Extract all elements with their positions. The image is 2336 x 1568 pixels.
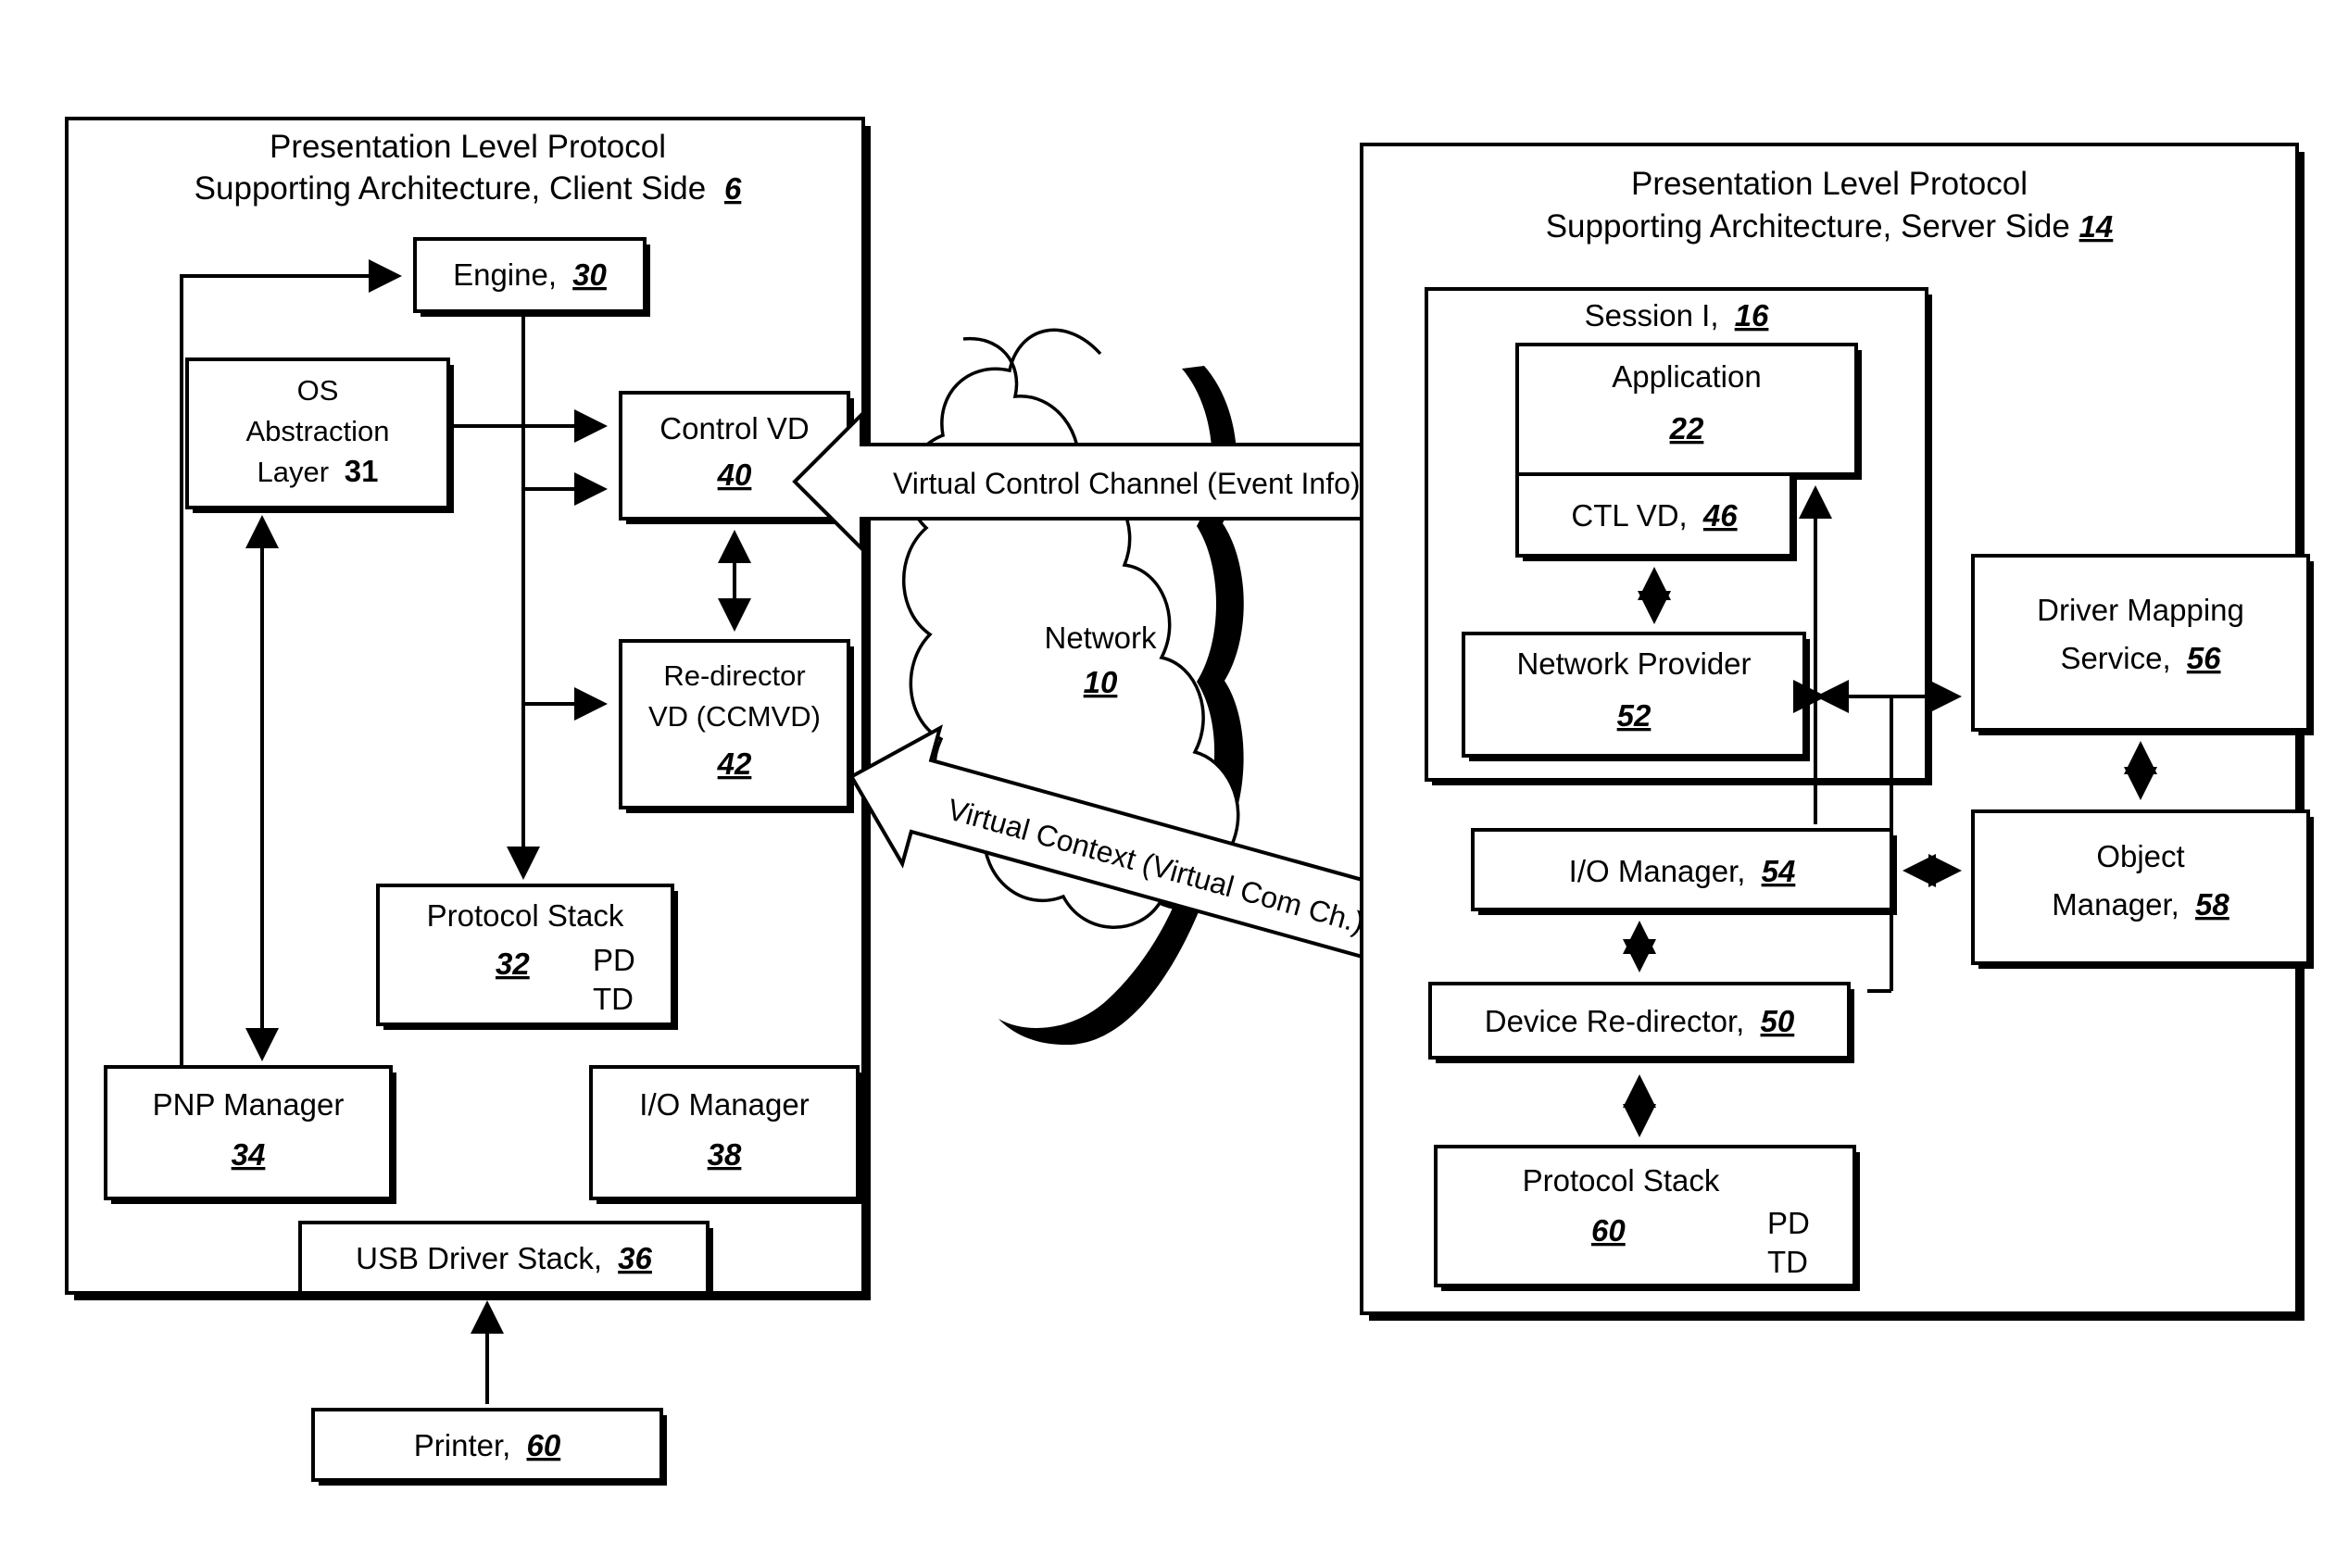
svg-text:Service, 56: Service, 56 xyxy=(2060,641,2221,675)
protostack-td: TD xyxy=(593,982,634,1016)
client-block-printer: Printer, 60 xyxy=(311,1408,667,1486)
client-title-line2: Supporting Architecture, Client Side xyxy=(195,170,707,207)
server-block-application: Application 22 xyxy=(1515,343,1862,480)
protostack-pd: PD xyxy=(593,943,635,977)
iomgr54-ref: 54 xyxy=(1762,854,1796,888)
server-block-network-provider: Network Provider 52 xyxy=(1462,632,1810,761)
redirvd-ref: 42 xyxy=(717,746,752,781)
network-cloud-ref: 10 xyxy=(1084,665,1118,699)
client-block-redirector-vd: Re-director VD (CCMVD) 42 xyxy=(619,639,854,813)
svg-text:Printer, 60: Printer, 60 xyxy=(414,1428,561,1462)
netprov-label: Network Provider xyxy=(1516,646,1751,681)
svg-text:Supporting Architecture, Clien: Supporting Architecture, Client Side 6 xyxy=(195,170,742,207)
objmgr-label-line2: Manager, xyxy=(2052,887,2179,922)
ctlvd-ref: 46 xyxy=(1702,498,1738,533)
netprov-ref: 52 xyxy=(1617,698,1652,733)
server-block-io-manager-54: I/O Manager, 54 xyxy=(1471,828,1897,915)
dms-label-line2: Service, xyxy=(2060,641,2170,675)
client-title-ref: 6 xyxy=(724,171,742,206)
objmgr-label-line1: Object xyxy=(2096,839,2184,873)
svg-text:Supporting Architecture, Serve: Supporting Architecture, Server Side 14 xyxy=(1546,208,2114,245)
client-title-line1: Presentation Level Protocol xyxy=(270,129,666,165)
redirvd-label-line2: VD (CCMVD) xyxy=(648,700,821,733)
osal-label-line2: Abstraction xyxy=(245,415,389,447)
server-block-ctl-vd: CTL VD, 46 xyxy=(1515,472,1797,561)
svg-text:I/O Manager, 54: I/O Manager, 54 xyxy=(1569,854,1796,888)
client-block-io-manager: I/O Manager 38 xyxy=(589,1065,863,1204)
usb-label: USB Driver Stack, xyxy=(356,1241,602,1275)
server-block-device-redirector: Device Re-director, 50 xyxy=(1428,982,1854,1063)
svg-text:Virtual Control Channel (Event: Virtual Control Channel (Event Info), 44 xyxy=(893,466,1418,500)
devredir-label: Device Re-director, xyxy=(1485,1004,1745,1038)
printer-ref: 60 xyxy=(527,1428,561,1462)
server-block-protocol-stack-60: Protocol Stack 60 PD TD xyxy=(1434,1145,1860,1291)
osal-ref: 31 xyxy=(345,454,379,488)
objmgr-ref: 58 xyxy=(2195,887,2229,922)
svg-text:Device Re-director, 50: Device Re-director, 50 xyxy=(1485,1004,1795,1038)
dms-ref: 56 xyxy=(2187,641,2221,675)
pnp-ref: 34 xyxy=(232,1137,266,1172)
client-block-engine: Engine, 30 xyxy=(413,237,650,317)
protostack-ref: 32 xyxy=(496,947,530,981)
controlvd-ref: 40 xyxy=(717,458,752,492)
client-block-usb-driver-stack: USB Driver Stack, 36 xyxy=(298,1221,713,1298)
session-ref: 16 xyxy=(1735,298,1769,332)
printer-label: Printer, xyxy=(414,1428,511,1462)
osal-label-line1: OS xyxy=(297,374,339,407)
controlvd-label: Control VD xyxy=(659,411,809,445)
network-cloud: Network 10 xyxy=(901,328,1244,1046)
svg-text:Session I, 16: Session I, 16 xyxy=(1585,298,1769,332)
svg-text:Engine, 30: Engine, 30 xyxy=(453,257,607,292)
client-block-os-abstraction-layer: OS Abstraction Layer 31 xyxy=(185,358,454,513)
channel-44-label: Virtual Control Channel (Event Info), xyxy=(893,467,1368,500)
server-title-line2: Supporting Architecture, Server Side xyxy=(1546,208,2070,245)
dms-label-line1: Driver Mapping xyxy=(2037,593,2244,627)
svg-text:Manager, 58: Manager, 58 xyxy=(2052,887,2229,922)
network-cloud-label: Network xyxy=(1044,621,1157,655)
osal-label-line3: Layer xyxy=(257,456,330,488)
engine-ref: 30 xyxy=(572,257,607,292)
protostack60-label: Protocol Stack xyxy=(1523,1163,1720,1198)
ctlvd-label: CTL VD, xyxy=(1571,498,1687,533)
protostack60-ref: 60 xyxy=(1591,1213,1626,1248)
server-title-line1: Presentation Level Protocol xyxy=(1631,166,2028,202)
iomgr54-label: I/O Manager, xyxy=(1569,854,1746,888)
protostack60-pd: PD xyxy=(1767,1206,1810,1240)
server-block-driver-mapping-service: Driver Mapping Service, 56 xyxy=(1971,554,2314,735)
devredir-ref: 50 xyxy=(1761,1004,1795,1038)
svg-text:Layer 31: Layer 31 xyxy=(257,454,379,488)
pnp-label: PNP Manager xyxy=(153,1087,345,1122)
figure-canvas: Presentation Level Protocol Supporting A… xyxy=(0,0,2336,1568)
client-block-protocol-stack: Protocol Stack 32 PD TD xyxy=(376,884,678,1030)
application-ref: 22 xyxy=(1669,411,1704,445)
protostack-label: Protocol Stack xyxy=(427,898,624,933)
engine-label: Engine, xyxy=(453,257,557,292)
client-block-pnp-manager: PNP Manager 34 xyxy=(104,1065,396,1204)
svg-text:CTL VD, 46: CTL VD, 46 xyxy=(1571,498,1738,533)
server-title-ref: 14 xyxy=(2079,209,2114,244)
iomgr38-label: I/O Manager xyxy=(639,1087,809,1122)
svg-text:USB Driver Stack, 36: USB Driver Stack, 36 xyxy=(356,1241,652,1275)
application-label: Application xyxy=(1612,359,1761,394)
redirvd-label-line1: Re-director xyxy=(663,659,805,692)
protostack60-td: TD xyxy=(1767,1245,1808,1279)
usb-ref: 36 xyxy=(618,1241,652,1275)
iomgr38-ref: 38 xyxy=(708,1137,742,1172)
session-label: Session I, xyxy=(1585,298,1719,332)
server-block-object-manager: Object Manager, 58 xyxy=(1971,809,2314,969)
